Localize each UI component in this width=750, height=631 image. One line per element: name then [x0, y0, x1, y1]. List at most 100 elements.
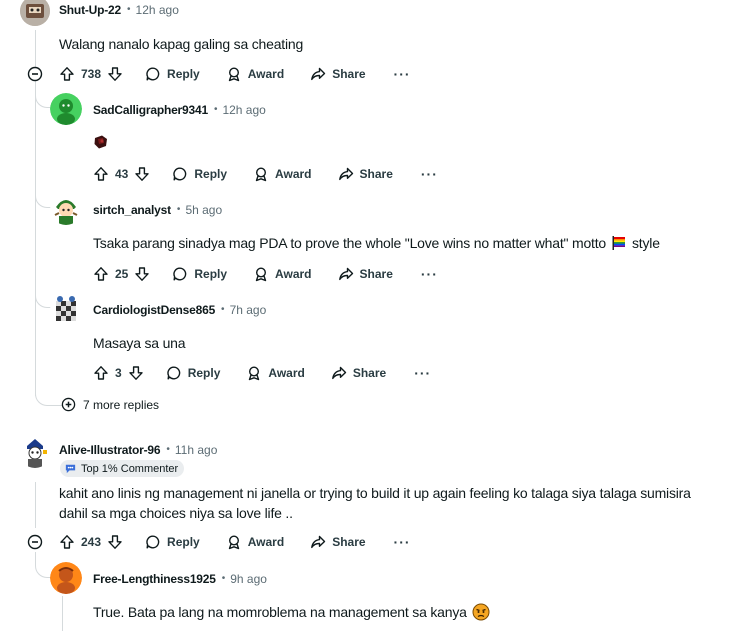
- collapse-minus-icon[interactable]: [27, 66, 43, 82]
- downvote-icon[interactable]: [128, 365, 144, 381]
- badge-label: Top 1% Commenter: [81, 462, 179, 475]
- timestamp[interactable]: 12h ago: [222, 102, 265, 118]
- downvote-icon[interactable]: [134, 166, 150, 182]
- award-button[interactable]: Award: [226, 66, 284, 82]
- reply-button[interactable]: Reply: [145, 534, 200, 550]
- comment-text: Walang nanalo kapag galing sa cheating: [59, 36, 304, 52]
- avatar[interactable]: [20, 0, 50, 26]
- award-button[interactable]: Award: [246, 365, 305, 381]
- upvote-icon[interactable]: [93, 365, 109, 381]
- comment-text-line: dahil sa mga choices niya sa love life .…: [59, 505, 293, 521]
- avatar[interactable]: [50, 562, 82, 594]
- avatar[interactable]: [50, 193, 82, 225]
- reply-bubble-icon: [167, 366, 180, 380]
- pouting-emoji-icon: [472, 603, 490, 621]
- reply-button[interactable]: Reply: [172, 266, 227, 282]
- timestamp[interactable]: 7h ago: [230, 302, 267, 318]
- comment-text-line: kahit ano linis ng management ni janella…: [59, 485, 691, 501]
- avatar-image-icon: [50, 93, 82, 125]
- comment-text: Tsaka parang sinadya mag PDA to prove th…: [93, 232, 660, 254]
- timestamp[interactable]: 9h ago: [230, 571, 267, 587]
- share-arrow-icon: [311, 67, 326, 81]
- award-label: Award: [247, 535, 285, 549]
- username[interactable]: sirtch_analyst: [93, 202, 171, 218]
- thread-branch: [35, 82, 52, 108]
- username[interactable]: SadCalligrapher9341: [93, 102, 208, 118]
- avatar-image-icon: [50, 562, 82, 594]
- vote-group: 3: [93, 365, 144, 381]
- award-label: Award: [268, 366, 305, 380]
- comment-actions: 738 Reply Award Share ···: [59, 62, 411, 86]
- avatar[interactable]: [50, 293, 82, 325]
- more-dots-icon[interactable]: ···: [394, 535, 411, 549]
- award-label: Award: [247, 67, 285, 81]
- thread-branch: [35, 380, 62, 406]
- reply-label: Reply: [194, 267, 228, 281]
- timestamp[interactable]: 5h ago: [185, 202, 222, 218]
- share-button[interactable]: Share: [331, 365, 386, 381]
- comment-text-suffix: style: [632, 235, 660, 251]
- vote-count: 25: [115, 267, 129, 281]
- upvote-icon[interactable]: [93, 266, 109, 282]
- username[interactable]: CardiologistDense865: [93, 302, 215, 318]
- award-label: Award: [275, 167, 312, 181]
- vote-count: 3: [115, 366, 122, 380]
- separator-dot: •: [176, 204, 181, 215]
- upvote-icon[interactable]: [93, 166, 109, 182]
- vote-count: 738: [81, 67, 102, 81]
- upvote-icon[interactable]: [59, 534, 75, 550]
- more-dots-icon[interactable]: ···: [394, 67, 411, 81]
- avatar-image-icon: [50, 193, 82, 225]
- username[interactable]: Shut-Up-22: [59, 2, 121, 18]
- emote-image-icon: [94, 135, 107, 149]
- commenter-badge-icon: [65, 464, 76, 474]
- award-button[interactable]: Award: [253, 166, 312, 182]
- share-label: Share: [332, 67, 366, 81]
- thread-line-child: [62, 596, 63, 631]
- share-arrow-icon: [331, 366, 347, 380]
- username[interactable]: Free-Lengthiness1925: [93, 571, 216, 587]
- share-button[interactable]: Share: [338, 266, 393, 282]
- award-button[interactable]: Award: [226, 534, 284, 550]
- downvote-icon[interactable]: [134, 266, 150, 282]
- share-label: Share: [332, 535, 366, 549]
- comment-meta: Free-Lengthiness1925 • 9h ago: [93, 571, 267, 587]
- more-replies-link[interactable]: 7 more replies: [61, 397, 159, 412]
- share-label: Share: [359, 167, 393, 181]
- separator-dot: •: [166, 444, 170, 455]
- more-dots-icon[interactable]: ···: [414, 366, 431, 380]
- comment-meta: sirtch_analyst • 5h ago: [93, 202, 222, 218]
- vote-count: 43: [115, 167, 129, 181]
- vote-group: 243: [59, 534, 123, 550]
- avatar[interactable]: [50, 93, 82, 125]
- flag-emoji-icon: [612, 236, 625, 250]
- avatar[interactable]: [19, 436, 51, 468]
- downvote-icon[interactable]: [107, 66, 123, 82]
- award-icon: [228, 535, 239, 550]
- timestamp[interactable]: 11h ago: [175, 442, 218, 458]
- reply-label: Reply: [194, 167, 228, 181]
- share-button[interactable]: Share: [338, 166, 393, 182]
- more-dots-icon[interactable]: ···: [421, 267, 438, 281]
- share-button[interactable]: Share: [310, 66, 366, 82]
- comment-meta: CardiologistDense865 • 7h ago: [93, 302, 266, 318]
- downvote-icon[interactable]: [107, 534, 123, 550]
- reply-button[interactable]: Reply: [145, 66, 200, 82]
- vote-group: 43: [93, 166, 150, 182]
- username[interactable]: Alive-Illustrator-96: [59, 442, 161, 458]
- share-button[interactable]: Share: [310, 534, 366, 550]
- award-button[interactable]: Award: [253, 266, 312, 282]
- comment-text-main: True. Bata pa lang na momroblema na mana…: [93, 604, 467, 620]
- comment-meta: SadCalligrapher9341 • 12h ago: [93, 102, 266, 118]
- more-dots-icon[interactable]: ···: [421, 167, 438, 181]
- comment-meta: Shut-Up-22 • 12h ago: [59, 2, 179, 18]
- reply-button[interactable]: Reply: [172, 166, 227, 182]
- collapse-minus-icon[interactable]: [27, 534, 43, 550]
- user-flair-badge: Top 1% Commenter: [60, 460, 185, 477]
- comment-text: Masaya sa una: [93, 335, 186, 351]
- reply-bubble-icon: [173, 267, 187, 281]
- reply-bubble-icon: [173, 167, 187, 181]
- reply-button[interactable]: Reply: [166, 365, 220, 381]
- timestamp[interactable]: 12h ago: [136, 2, 179, 18]
- upvote-icon[interactable]: [59, 66, 75, 82]
